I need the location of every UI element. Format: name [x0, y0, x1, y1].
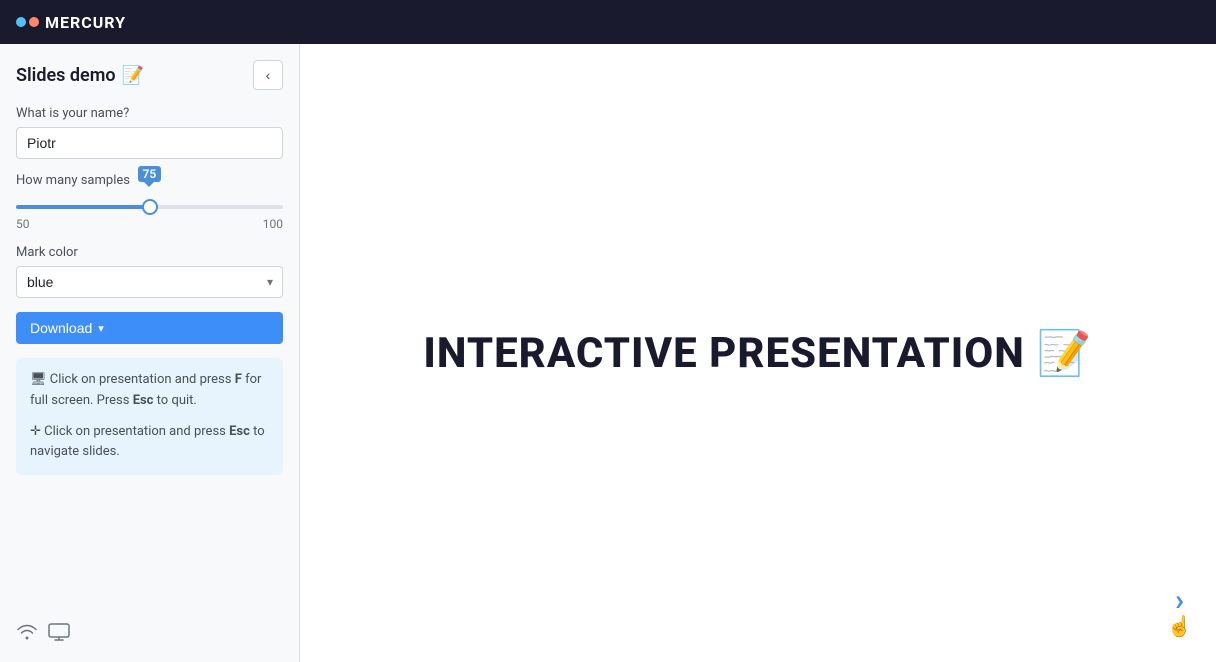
download-caret-icon: ▾ — [98, 322, 104, 335]
logo-dots — [16, 17, 39, 27]
slider-container: 75 — [16, 194, 283, 213]
download-label: Download — [30, 320, 92, 336]
name-group: What is your name? — [16, 106, 283, 159]
navbar: MERCURY — [0, 0, 1216, 44]
chevron-right-icon: › — [1175, 583, 1184, 618]
name-label: What is your name? — [16, 106, 283, 121]
info-navigate: ✛ Click on presentation and press Esc to… — [30, 422, 269, 464]
presentation-title: INTERACTIVE PRESENTATION 📝 — [423, 327, 1092, 379]
name-input[interactable] — [16, 127, 283, 159]
content-area[interactable]: INTERACTIVE PRESENTATION 📝 › ☝ — [300, 44, 1216, 662]
info-fullscreen: 🖥 Click on presentation and press F for … — [30, 370, 269, 412]
logo-dot-orange — [29, 17, 39, 27]
slider-range-labels: 50 100 — [16, 217, 283, 231]
presentation-emoji: 📝 — [1037, 327, 1093, 379]
sidebar: Slides demo 📝 ‹ What is your name? How m… — [0, 44, 300, 662]
logo-text: MERCURY — [45, 13, 126, 32]
main-layout: Slides demo 📝 ‹ What is your name? How m… — [0, 44, 1216, 662]
logo-dot-blue — [16, 17, 26, 27]
title-emoji: 📝 — [122, 65, 144, 86]
sidebar-header: Slides demo 📝 ‹ — [16, 60, 283, 90]
color-group: Mark color blue red green yellow ▾ — [16, 245, 283, 298]
slider-tooltip: 75 — [138, 166, 162, 182]
download-button[interactable]: Download ▾ — [16, 312, 283, 344]
presentation-title-text: INTERACTIVE PRESENTATION — [423, 329, 1024, 378]
monitor-icon: 🖥 — [30, 372, 47, 387]
wifi-icon — [16, 624, 38, 645]
logo: MERCURY — [16, 13, 126, 32]
color-select[interactable]: blue red green yellow — [16, 266, 283, 298]
samples-group: How many samples 75 50 100 — [16, 173, 283, 231]
slider-min: 50 — [16, 217, 30, 231]
cursor-icon: ☝ — [1167, 614, 1192, 638]
sidebar-footer — [16, 611, 283, 646]
samples-slider[interactable] — [16, 205, 283, 209]
move-icon: ✛ — [30, 424, 41, 439]
color-label: Mark color — [16, 245, 283, 260]
select-wrapper: blue red green yellow ▾ — [16, 266, 283, 298]
screen-icon — [48, 623, 70, 646]
info-box: 🖥 Click on presentation and press F for … — [16, 358, 283, 475]
next-slide-button[interactable]: › ☝ — [1167, 583, 1192, 638]
collapse-button[interactable]: ‹ — [253, 60, 283, 90]
slider-max: 100 — [263, 217, 283, 231]
sidebar-title: Slides demo 📝 — [16, 65, 144, 86]
